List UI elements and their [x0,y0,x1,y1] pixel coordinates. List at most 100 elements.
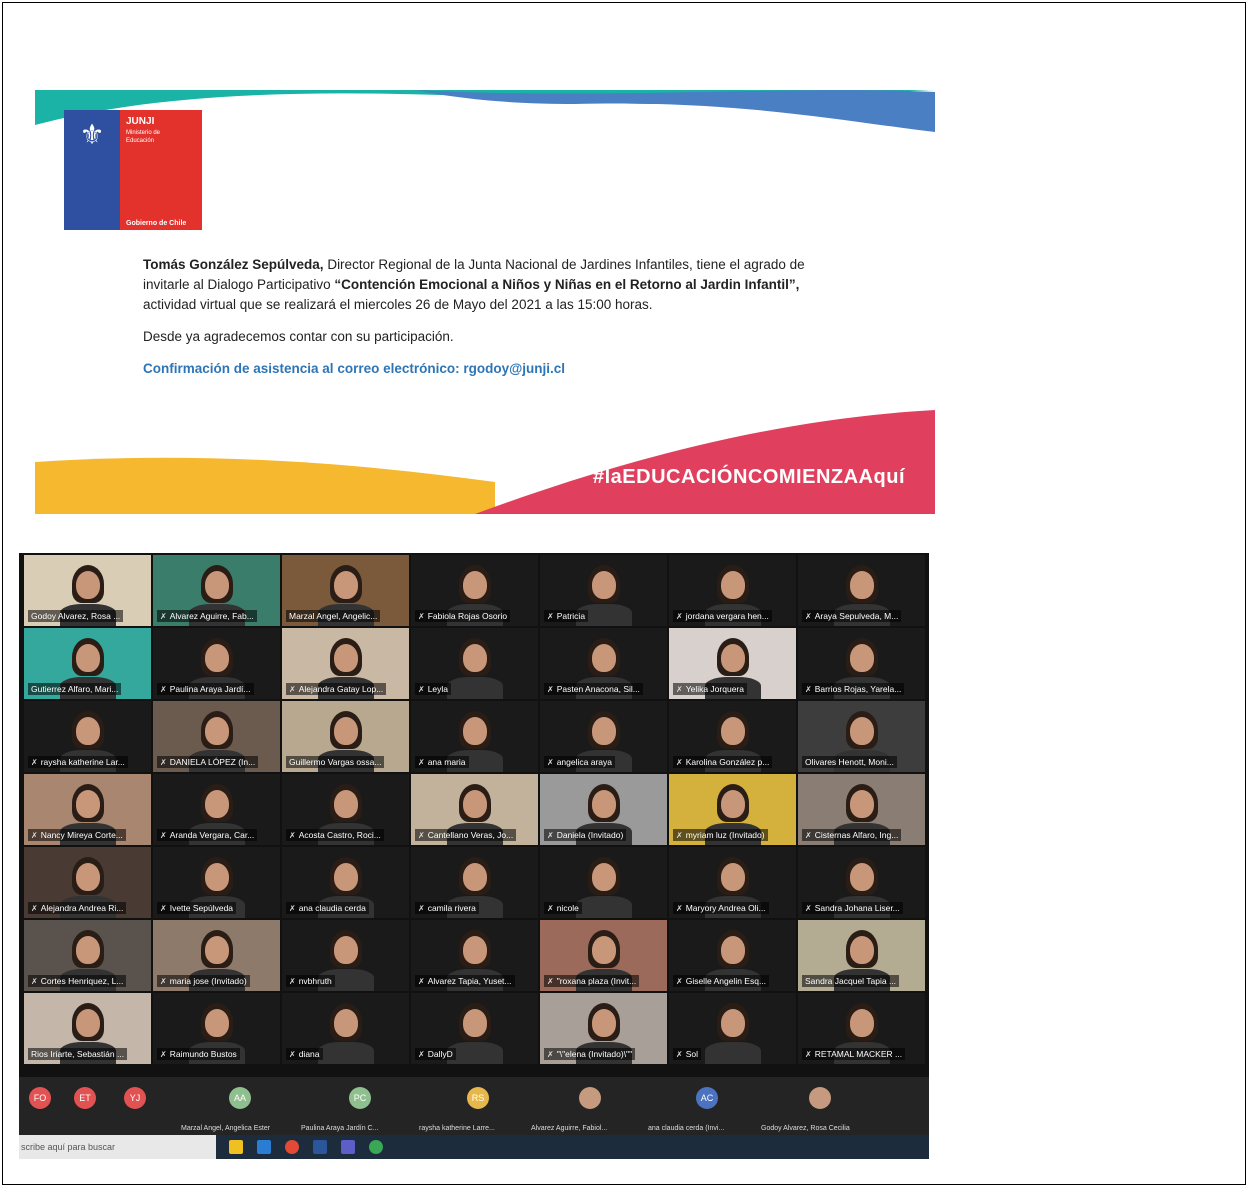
participant-tile[interactable]: ✗ myriam luz (Invitado) [669,774,796,845]
participant-name: Guillermo Vargas ossa... [286,756,385,768]
participant-tile[interactable]: ✗ Fabiola Rojas Osorio [411,555,538,626]
participant-tile[interactable]: ✗ Barrios Rojas, Yarela... [798,628,925,699]
mic-muted-icon: ✗ [418,685,425,694]
browser-icon[interactable] [369,1140,383,1154]
mic-muted-icon: ✗ [418,977,425,986]
participant-avatar[interactable] [809,1087,831,1109]
participant-tile[interactable]: ✗ Raimundo Bustos [153,993,280,1064]
participant-face [591,571,616,599]
participant-tile[interactable]: ✗ maria jose (Invitado) [153,920,280,991]
participant-tile[interactable]: ✗ Araya Sepulveda, M... [798,555,925,626]
participant-tile[interactable]: ✗ Karolina González p... [669,701,796,772]
participant-tile[interactable]: ✗ ana maria [411,701,538,772]
teams-icon[interactable] [341,1140,355,1154]
participant-face [333,571,358,599]
participant-name: ✗ "\"elena (Invitado)\"" [544,1048,636,1060]
participant-avatar[interactable]: AA [229,1087,251,1109]
participant-face [720,936,745,964]
participant-tile[interactable]: ✗ camila rivera [411,847,538,918]
participant-tile[interactable]: Olivares Henott, Moni... [798,701,925,772]
mic-muted-icon: ✗ [805,904,812,913]
participant-tile[interactable]: Gutierrez Alfaro, Mari... [24,628,151,699]
participant-tile[interactable]: ✗ Leyla [411,628,538,699]
participant-tile[interactable]: ✗ Cisternas Alfaro, Ing... [798,774,925,845]
participant-face [75,1009,100,1037]
participant-name: ✗ Sandra Johana Liser... [802,902,903,914]
participant-face [204,936,229,964]
participant-avatar[interactable]: FO [29,1087,51,1109]
participant-tile[interactable]: ✗ Aranda Vergara, Car... [153,774,280,845]
participant-tile[interactable]: ✗ Sandra Johana Liser... [798,847,925,918]
participant-tile[interactable]: ✗ "roxana plaza (Invit... [540,920,667,991]
participant-name: ✗ DallyD [415,1048,456,1060]
participant-avatar[interactable] [579,1087,601,1109]
participant-name: ✗ Alvarez Aguirre, Fab... [157,610,257,622]
participant-tile[interactable]: ✗ Nancy Mireya Corte... [24,774,151,845]
participant-tile[interactable]: ✗ diana [282,993,409,1064]
participant-tile[interactable]: ✗ "\"elena (Invitado)\"" [540,993,667,1064]
participant-tile[interactable]: ✗ Acosta Castro, Roci... [282,774,409,845]
participant-tile[interactable]: ✗ Patricia [540,555,667,626]
participant-tile[interactable]: ✗ Alejandra Andrea Ri... [24,847,151,918]
participant-name-text: Sandra Johana Liser... [814,903,900,913]
mic-muted-icon: ✗ [805,831,812,840]
participant-name-text: Raimundo Bustos [169,1049,237,1059]
participant-tile[interactable]: ✗ Maryory Andrea Oli... [669,847,796,918]
participant-tile[interactable]: ✗ nicole [540,847,667,918]
participant-name-text: Rios Iriarte, Sebastián ... [31,1049,125,1059]
participant-tile[interactable]: ✗ Alvarez Tapia, Yuset... [411,920,538,991]
participant-tile[interactable]: ✗ Giselle Angelin Esq... [669,920,796,991]
participant-avatar[interactable]: RS [467,1087,489,1109]
chrome-icon[interactable] [285,1140,299,1154]
participant-tile[interactable]: ✗ RETAMAL MACKER ... [798,993,925,1064]
participant-tile[interactable]: ✗ Cortes Henriquez, L... [24,920,151,991]
participant-avatar[interactable]: AC [696,1087,718,1109]
participant-name-text: maria jose (Invitado) [169,976,247,986]
participant-tile[interactable]: ✗ Sol [669,993,796,1064]
word-icon[interactable] [313,1140,327,1154]
outlook-icon[interactable] [257,1140,271,1154]
participant-tile[interactable]: ✗ nvbhruth [282,920,409,991]
participant-tile[interactable]: ✗ raysha katherine Lar... [24,701,151,772]
participant-tile[interactable]: ✗ Pasten Anacona, Sil... [540,628,667,699]
participant-face [591,644,616,672]
participant-tile[interactable]: ✗ Daniela (Invitado) [540,774,667,845]
taskbar-search[interactable]: scribe aquí para buscar [19,1135,216,1159]
participant-name: ✗ Daniela (Invitado) [544,829,627,841]
participant-tile[interactable]: ✗ Ivette Sepúlveda [153,847,280,918]
participant-strip-label: Paulina Araya Jardín C... [301,1125,379,1132]
participant-tile[interactable]: Godoy Alvarez, Rosa ... [24,555,151,626]
participant-name-text: jordana vergara hen... [685,611,769,621]
participant-tile[interactable]: Sandra Jacquel Tapia ... [798,920,925,991]
participant-tile[interactable]: ✗ Cantellano Veras, Jo... [411,774,538,845]
participant-avatar[interactable]: PC [349,1087,371,1109]
participant-tile[interactable]: ✗ DANIELA LÓPEZ (In... [153,701,280,772]
participant-tile[interactable]: ✗ DallyD [411,993,538,1064]
participant-tile[interactable]: ✗ angelica araya [540,701,667,772]
participant-name: ✗ ana maria [415,756,469,768]
participant-tile[interactable]: ✗ jordana vergara hen... [669,555,796,626]
participant-tile[interactable]: Marzal Angel, Angelic... [282,555,409,626]
participant-tile[interactable]: ✗ Paulina Araya Jardí... [153,628,280,699]
participant-avatar[interactable]: YJ [124,1087,146,1109]
participant-face [75,571,100,599]
participant-strip-label: Marzal Angel, Angelica Ester [181,1125,271,1132]
participant-face [849,1009,874,1037]
participant-name: ✗ Araya Sepulveda, M... [802,610,902,622]
participant-name: ✗ myriam luz (Invitado) [673,829,768,841]
participant-avatar[interactable]: ET [74,1087,96,1109]
participant-tile[interactable]: ✗ Alvarez Aguirre, Fab... [153,555,280,626]
mic-muted-icon: ✗ [160,977,167,986]
participant-name: ✗ Cortes Henriquez, L... [28,975,127,987]
participant-tile[interactable]: ✗ Alejandra Gatay Lop... [282,628,409,699]
mic-muted-icon: ✗ [547,612,554,621]
coat-of-arms-icon: ⚜ [79,119,105,150]
participant-tile[interactable]: ✗ ana claudia cerda [282,847,409,918]
participant-strip-label: ana claudia cerda (Invi... [648,1125,725,1132]
participant-tile[interactable]: Guillermo Vargas ossa... [282,701,409,772]
participant-face [204,571,229,599]
explorer-icon[interactable] [229,1140,243,1154]
mic-muted-icon: ✗ [31,831,38,840]
participant-tile[interactable]: Rios Iriarte, Sebastián ... [24,993,151,1064]
participant-tile[interactable]: ✗ Yelika Jorquera [669,628,796,699]
